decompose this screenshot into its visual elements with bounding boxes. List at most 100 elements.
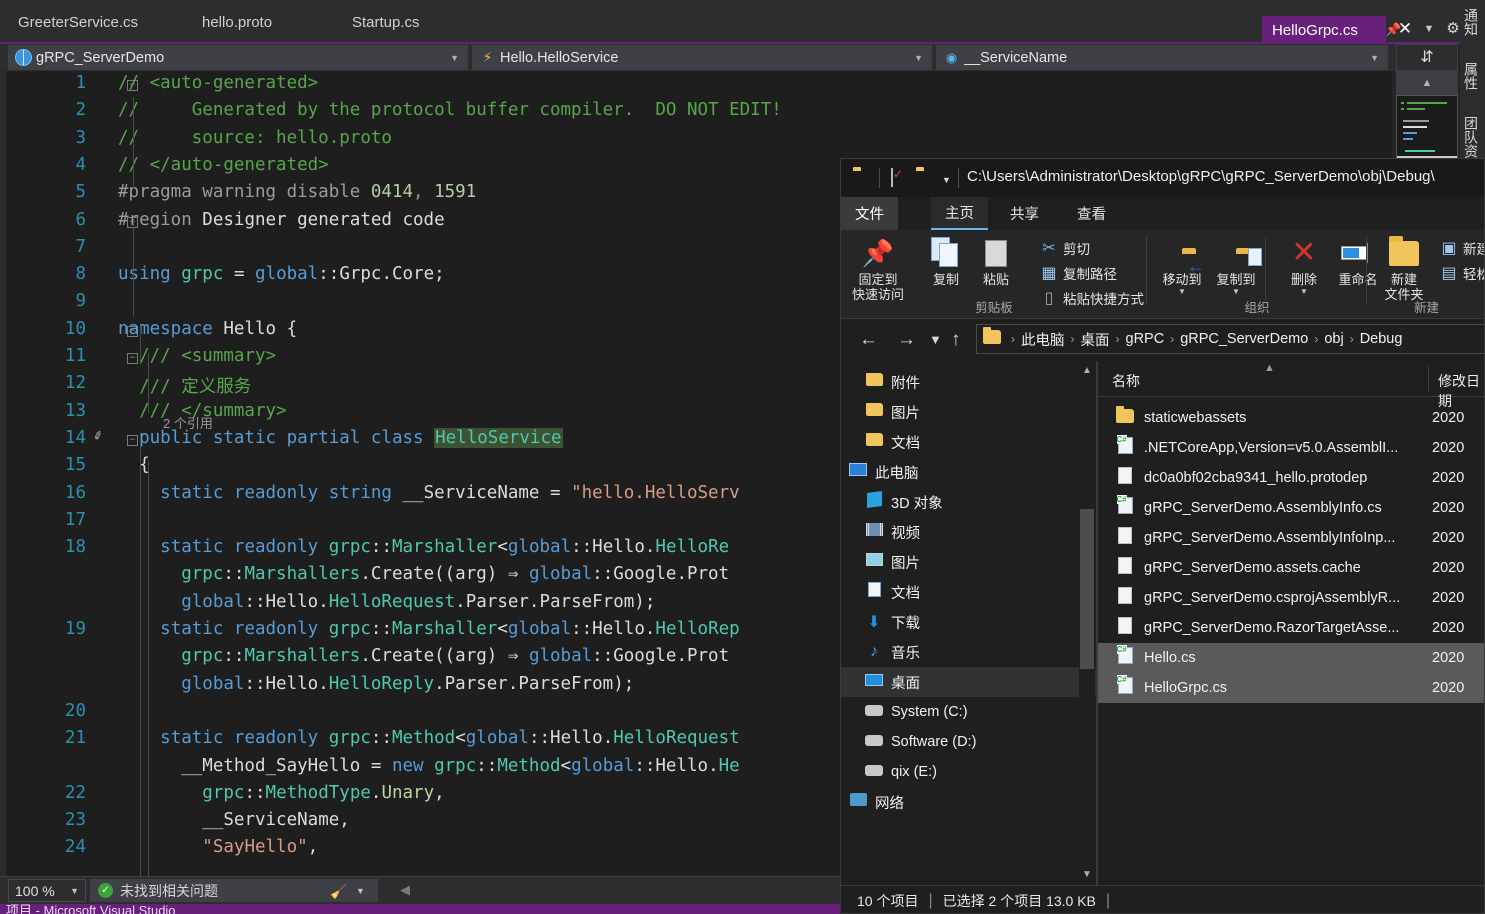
close-icon[interactable]: ✕ [1396,19,1414,39]
navigation-pane-scrollbar[interactable]: ▲ ▼ [1079,361,1095,885]
file-row[interactable]: staticwebassets2020 [1098,403,1485,433]
editor-tab-hello-proto[interactable]: hello.proto [202,14,272,31]
nav-pane-item-13[interactable]: qix (E:) [841,757,1096,787]
code-line[interactable]: global::Hello.HelloReply.Parser.ParseFro… [118,674,634,694]
scrollbar-thumb[interactable] [1080,509,1094,669]
chevron-down-icon[interactable]: ▼ [1079,867,1095,883]
code-line[interactable]: static readonly grpc::Marshaller<global:… [118,619,740,639]
code-line[interactable]: grpc::MethodType.Unary, [118,783,445,803]
chevron-up-icon[interactable]: ▲ [1396,71,1458,95]
ribbon-button-cut[interactable]: ✂ 剪切 [1039,238,1090,258]
nav-dropdown-project[interactable]: gRPC_ServerDemo ▼ [8,45,468,70]
nav-pane-item-1[interactable]: 图片 [841,397,1096,427]
editor-tab-hellogrpc-active[interactable]: HelloGrpc.cs [1262,16,1386,44]
nav-pane-item-4[interactable]: 3D 对象 [841,487,1096,517]
ribbon-tab-home[interactable]: 主页 [931,197,988,230]
breadcrumb[interactable]: › 此电脑 › 桌面 › gRPC › gRPC_ServerDemo › ob… [976,324,1485,354]
nav-pane-item-0[interactable]: 附件 [841,367,1096,397]
back-arrow-icon[interactable]: ← [859,329,878,351]
code-line[interactable]: static readonly grpc::Method<global::Hel… [118,728,740,748]
explorer-title-bar[interactable]: ▼ C:\Users\Administrator\Desktop\gRPC\gR… [841,159,1485,197]
ribbon-button-move-to[interactable]: ← 移动到 ▼ [1151,234,1213,296]
breadcrumb-this-pc[interactable]: 此电脑 [1021,329,1065,350]
ribbon-tab-share[interactable]: 共享 [996,197,1053,230]
file-row[interactable]: gRPC_ServerDemo.AssemblyInfoInp...2020 [1098,523,1485,553]
properties-icon[interactable] [891,169,908,184]
tool-tab-notifications[interactable]: 通知 [1464,8,1481,36]
column-header-name[interactable]: 名称 [1112,371,1140,391]
file-row[interactable]: dc0a0bf02cba9341_hello.protodep2020 [1098,463,1485,493]
chevron-down-icon[interactable]: ▼ [942,175,951,185]
code-line[interactable]: using grpc = global::Grpc.Core; [118,264,445,284]
ribbon-button-new-item[interactable]: ▣ 新建项 [1439,238,1485,258]
nav-pane-item-14[interactable]: 网络 [841,787,1096,817]
chevron-down-icon[interactable]: ▼ [929,332,942,347]
code-line[interactable]: #pragma warning disable 0414, 1591 [118,182,476,202]
code-line[interactable]: // Generated by the protocol buffer comp… [118,100,782,120]
code-line[interactable]: namespace Hello { [118,319,297,339]
code-line[interactable]: { [118,455,150,475]
chevron-down-icon[interactable]: ▼ [1420,22,1438,36]
code-line[interactable]: grpc::Marshallers.Create((arg) ⇒ global:… [118,646,729,666]
code-line[interactable]: static readonly grpc::Marshaller<global:… [118,537,729,557]
breadcrumb-debug[interactable]: Debug [1360,331,1403,347]
up-arrow-icon[interactable]: ↑ [951,329,961,351]
code-line[interactable]: // </auto-generated> [118,155,329,175]
code-line[interactable]: // source: hello.proto [118,128,392,148]
nav-pane-item-6[interactable]: 图片 [841,547,1096,577]
nav-pane-item-5[interactable]: 视频 [841,517,1096,547]
file-row[interactable]: Hello.cs2020 [1098,643,1485,673]
nav-pane-item-10[interactable]: 桌面 [841,667,1096,697]
editor-tab-greeterservice[interactable]: GreeterService.cs [18,14,138,31]
file-row[interactable]: gRPC_ServerDemo.csprojAssemblyR...2020 [1098,583,1485,613]
ribbon-button-copy-to[interactable]: 复制到 ▼ [1205,234,1267,296]
ribbon-tab-file[interactable]: 文件 [841,197,898,230]
nav-pane-item-9[interactable]: ♪音乐 [841,637,1096,667]
code-line[interactable]: public static partial class HelloService [118,428,563,448]
file-row[interactable]: gRPC_ServerDemo.AssemblyInfo.cs2020 [1098,493,1485,523]
file-row[interactable]: .NETCoreApp,Version=v5.0.AssemblI...2020 [1098,433,1485,463]
code-line[interactable]: /// <summary> [118,346,276,366]
nav-dropdown-type[interactable]: ⚡ Hello.HelloService ▼ [472,45,932,70]
folder-icon[interactable] [853,170,870,185]
ribbon-button-easy-access[interactable]: ▤ 轻松访 [1439,263,1485,283]
broom-icon[interactable]: 🧹 [330,883,347,900]
zoom-level-dropdown[interactable]: 100 % ▼ [8,879,86,902]
nav-pane-item-11[interactable]: System (C:) [841,697,1096,727]
split-view-icon[interactable]: ⇵ [1396,44,1458,71]
breadcrumb-desktop[interactable]: 桌面 [1081,329,1110,350]
breadcrumb-serverdemo[interactable]: gRPC_ServerDemo [1180,331,1308,347]
ribbon-button-copy-path[interactable]: ▦ 复制路径 [1039,263,1117,283]
nav-dropdown-member[interactable]: ◉ __ServiceName ▼ [936,45,1388,70]
breadcrumb-grpc[interactable]: gRPC [1126,331,1165,347]
code-line[interactable]: grpc::Marshallers.Create((arg) ⇒ global:… [118,564,729,584]
code-line[interactable]: // <auto-generated> [118,73,318,93]
nav-pane-item-8[interactable]: ⬇下载 [841,607,1096,637]
code-line[interactable]: static readonly string __ServiceName = "… [118,483,740,503]
ribbon-button-delete[interactable]: ✕ 删除 ▼ [1273,234,1335,296]
forward-arrow-icon[interactable]: → [897,329,916,351]
file-list[interactable]: 名称 ▲ 修改日期 staticwebassets2020.NETCoreApp… [1098,361,1485,885]
breadcrumb-obj[interactable]: obj [1324,331,1343,347]
nav-pane-item-7[interactable]: 文档 [841,577,1096,607]
ribbon-button-pin-to-quick-access[interactable]: 📌 固定到 快速访问 [847,234,909,302]
bookmark-icon[interactable]: ✐ [92,427,105,445]
code-line[interactable]: __Method_SayHello = new grpc::Method<glo… [118,756,740,776]
file-row[interactable]: HelloGrpc.cs2020 [1098,673,1485,703]
file-row[interactable]: gRPC_ServerDemo.assets.cache2020 [1098,553,1485,583]
navigation-pane[interactable]: 附件图片文档此电脑3D 对象视频图片文档⬇下载♪音乐桌面System (C:)S… [841,361,1096,885]
new-folder-icon[interactable] [916,170,933,185]
nav-pane-item-3[interactable]: 此电脑 [841,457,1096,487]
code-line[interactable]: /// 定义服务 [118,373,251,398]
code-line[interactable]: global::Hello.HelloRequest.Parser.ParseF… [118,592,655,612]
scroll-left-icon[interactable]: ◀ [400,882,410,898]
code-line[interactable]: __ServiceName, [118,810,350,830]
ribbon-button-new-folder[interactable]: 新建 文件夹 [1373,234,1435,302]
ribbon-tab-view[interactable]: 查看 [1063,197,1120,230]
editor-tab-startup[interactable]: Startup.cs [352,14,420,31]
chevron-down-icon[interactable]: ▼ [356,886,365,896]
nav-pane-item-2[interactable]: 文档 [841,427,1096,457]
file-row[interactable]: gRPC_ServerDemo.RazorTargetAsse...2020 [1098,613,1485,643]
chevron-up-icon[interactable]: ▲ [1079,363,1095,379]
nav-pane-item-12[interactable]: Software (D:) [841,727,1096,757]
